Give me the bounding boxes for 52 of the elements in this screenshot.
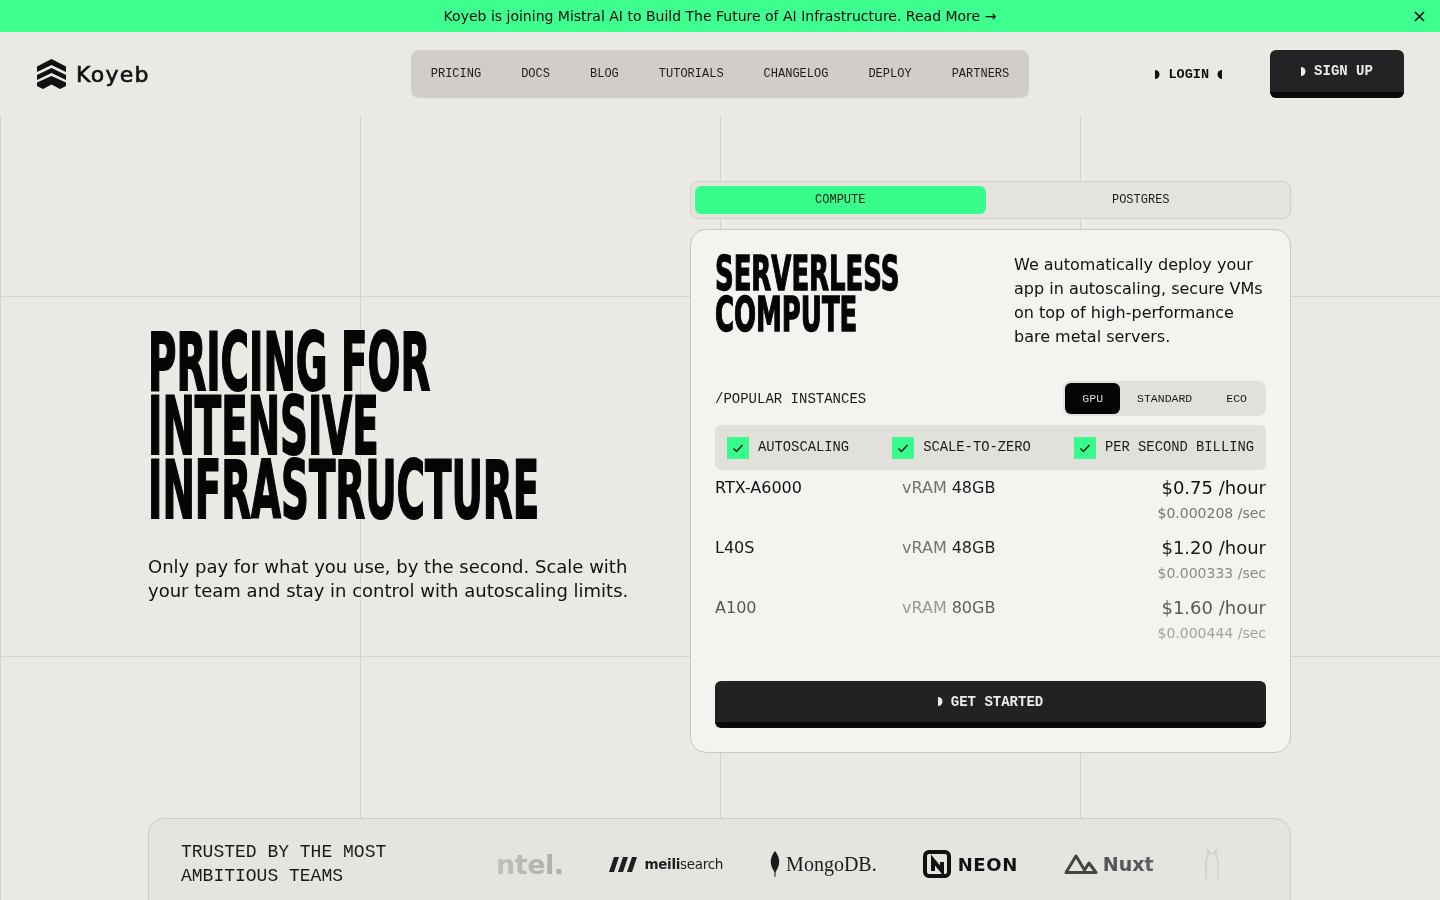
feature-label: SCALE-TO-ZERO — [923, 440, 1031, 455]
product-tab[interactable]: POSTGRES — [995, 186, 1286, 214]
per-second-price: $0.000333 /sec — [1157, 564, 1266, 582]
hero-subtitle: Only pay for what you use, by the second. Scale with your team and stay in control with autoscaling limits. — [148, 555, 630, 603]
hourly-price: $1.60 /hour — [1161, 596, 1266, 620]
stacked-chevrons-icon[interactable] — [36, 59, 67, 89]
nav-link[interactable]: DOCS — [501, 59, 570, 89]
card-title: SERVERLESS COMPUTE — [715, 253, 900, 335]
announcement-link[interactable]: Koyeb is joining Mistral AI to Build The Future of AI Infrastructure. Read More → — [443, 8, 997, 24]
hero-title: PRICING FOR INTENSIVE INFRASTRUCTURE — [148, 331, 540, 523]
leaf-icon — [769, 851, 782, 877]
nav-link[interactable]: PARTNERS — [931, 59, 1030, 89]
per-second-price: $0.000444 /sec — [1157, 624, 1266, 642]
hourly-price: $1.20 /hour — [1161, 536, 1266, 560]
nav-link[interactable]: DEPLOY — [848, 59, 932, 89]
product-tab[interactable]: COMPUTE — [695, 186, 986, 214]
vram-value: 80GB — [951, 597, 996, 619]
sign-up-button[interactable]: SIGN UP — [1270, 50, 1404, 98]
instance-name: L40S — [715, 537, 756, 559]
logo-wordmark: meilisearch — [644, 856, 724, 872]
per-second-price: $0.000208 /sec — [1157, 504, 1266, 522]
trusted-heading: TRUSTED BY THE MOST AMBITIOUS TEAMS — [181, 841, 388, 888]
vram-value: 48GB — [951, 477, 996, 499]
login-link[interactable]: LOGIN — [1155, 66, 1222, 82]
instance-type-tab[interactable]: GPU — [1065, 383, 1121, 414]
logo-wordmark: ntel. — [496, 848, 564, 880]
section-label: /POPULAR INSTANCES — [715, 390, 867, 407]
logo-text[interactable]: Koyeb — [76, 61, 150, 87]
nav-link[interactable]: TUTORIALS — [638, 59, 744, 89]
hourly-price: $0.75 /hour — [1161, 476, 1266, 500]
close-icon[interactable] — [1414, 10, 1425, 22]
logo-wordmark: NEON — [957, 853, 1018, 875]
nav-link[interactable]: PRICING — [410, 59, 502, 89]
get-started-button[interactable]: GET STARTED — [715, 681, 1266, 728]
feature-label: AUTOSCALING — [758, 440, 850, 455]
vram-value: 48GB — [951, 537, 996, 559]
stripes-icon — [609, 856, 640, 872]
peaks-icon — [1063, 854, 1098, 874]
logo-wordmark: Nuxt — [1102, 853, 1154, 875]
logo-wordmark: MongoDB. — [786, 852, 877, 876]
card-description: We automatically deploy your app in autoscaling, secure VMs on top of high-performance bare metal servers. — [1014, 254, 1264, 348]
nav-link[interactable]: CHANGELOG — [743, 59, 849, 89]
nav-link[interactable]: BLOG — [570, 59, 639, 89]
instance-name: RTX-A6000 — [715, 477, 803, 499]
instance-type-tab[interactable]: ECO — [1209, 383, 1264, 414]
vram-label: vRAM — [902, 537, 947, 559]
vram-label: vRAM — [902, 597, 947, 619]
instance-name: A100 — [715, 597, 758, 619]
vram-label: vRAM — [902, 477, 947, 499]
feature-label: PER SECOND BILLING — [1104, 440, 1254, 455]
square-n-icon — [922, 850, 951, 878]
instance-type-tab[interactable]: STANDARD — [1120, 383, 1210, 414]
